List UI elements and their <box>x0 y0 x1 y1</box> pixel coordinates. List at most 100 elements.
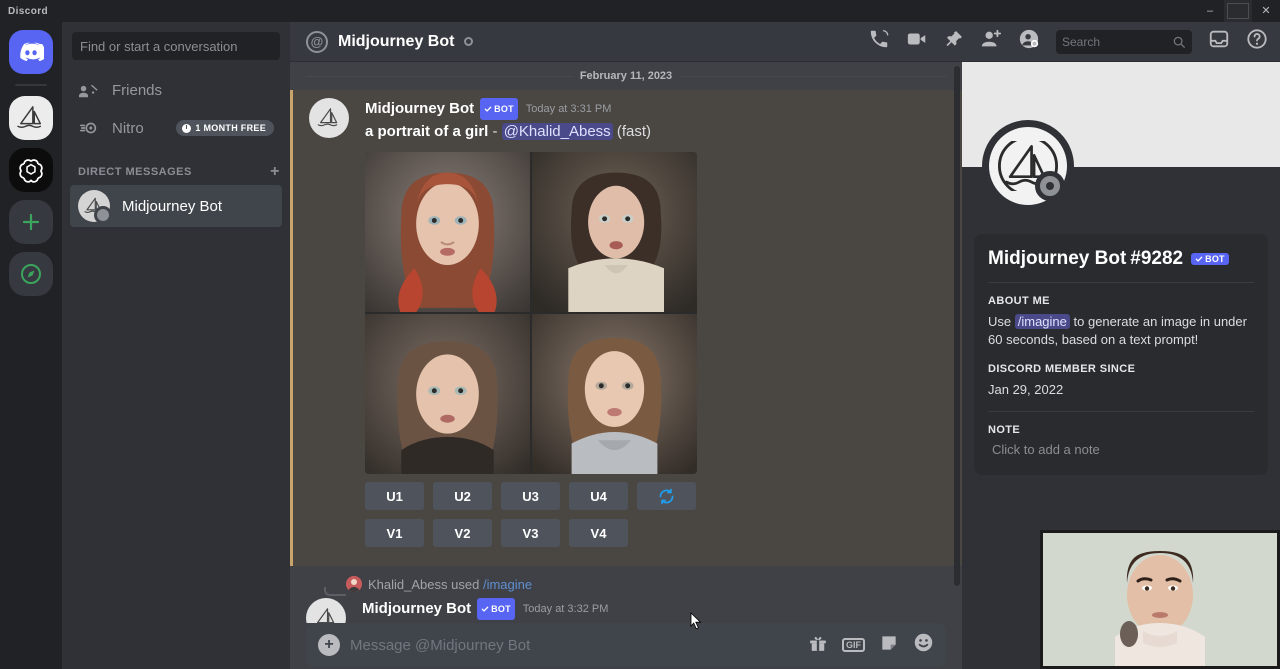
rail-item-home[interactable] <box>9 30 53 74</box>
message-author[interactable]: Midjourney Bot <box>365 99 474 119</box>
window-controls: – ✕ <box>1196 0 1280 22</box>
webcam-overlay <box>1040 530 1280 669</box>
mention-chip[interactable]: @Khalid_Abess <box>502 123 613 140</box>
bot-badge: BOT <box>480 98 518 120</box>
gif-icon[interactable]: GIF <box>842 638 865 652</box>
message-header: Midjourney Bot BOT Today at 3:31 PM <box>365 98 962 120</box>
upscale-button-u4[interactable]: U4 <box>569 482 628 510</box>
sidebar-item-friends[interactable]: Friends <box>70 72 282 108</box>
upscale-button-u2[interactable]: U2 <box>433 482 492 510</box>
member-since-value: Jan 29, 2022 <box>988 381 1254 399</box>
status-badge <box>94 206 112 224</box>
reroll-button[interactable] <box>637 482 696 510</box>
message-author[interactable]: Midjourney Bot <box>362 599 471 619</box>
create-dm-button[interactable]: + <box>270 164 280 180</box>
emoji-icon[interactable] <box>913 632 934 658</box>
image-grid-attachment[interactable] <box>365 152 697 474</box>
chat-scrollbar[interactable] <box>954 66 960 586</box>
about-me-prefix: Use <box>988 314 1011 329</box>
add-friend-icon[interactable] <box>980 28 1002 55</box>
search-input[interactable]: Search <box>1056 30 1192 54</box>
profile-avatar[interactable] <box>982 120 1074 212</box>
imagine-command-chip[interactable]: /imagine <box>1015 314 1070 329</box>
video-icon[interactable] <box>906 28 928 55</box>
message-input[interactable]: Message @Midjourney Bot <box>350 637 798 654</box>
rail-item-explore[interactable] <box>9 252 53 296</box>
message-header: Midjourney Bot BOT Today at 3:32 PM <box>362 598 962 620</box>
avatar <box>78 190 110 222</box>
inbox-icon[interactable] <box>1208 28 1230 55</box>
nitro-icon <box>78 117 100 139</box>
system-user-name[interactable]: Khalid_Abess <box>368 577 448 592</box>
grid-image-4[interactable] <box>532 314 697 474</box>
grid-image-3[interactable] <box>365 314 530 474</box>
sidebar-label-friends: Friends <box>112 82 162 99</box>
nitro-promo-badge[interactable]: 1 MONTH FREE <box>176 120 274 136</box>
sticker-icon[interactable] <box>879 633 899 658</box>
system-command-text: Khalid_Abess used /imagine <box>368 577 532 592</box>
variation-button-v3[interactable]: V3 <box>501 519 560 547</box>
call-icon[interactable] <box>868 28 890 55</box>
check-icon <box>1195 255 1203 263</box>
avatar[interactable] <box>346 576 362 592</box>
dm-item-label: Midjourney Bot <box>122 198 222 215</box>
note-input[interactable]: Click to add a note <box>988 442 1254 457</box>
attach-plus-icon[interactable]: + <box>318 634 340 656</box>
system-used-label: used <box>451 577 479 592</box>
gift-icon[interactable] <box>808 633 828 658</box>
close-button[interactable]: ✕ <box>1252 0 1280 22</box>
composer-icons: GIF <box>808 632 934 658</box>
profile-name-row: Midjourney Bot#9282 BOT <box>988 248 1254 270</box>
variation-button-v4[interactable]: V4 <box>569 519 628 547</box>
dm-item-midjourney-bot[interactable]: Midjourney Bot <box>70 185 282 227</box>
variation-button-v2[interactable]: V2 <box>433 519 492 547</box>
check-icon <box>484 105 492 113</box>
status-dot-icon <box>464 37 473 46</box>
maximize-button[interactable] <box>1224 0 1252 22</box>
upscale-button-u1[interactable]: U1 <box>365 482 424 510</box>
channel-header: @ Midjourney Bot Search <box>290 22 1280 62</box>
find-conversation-input[interactable]: Find or start a conversation <box>72 32 280 60</box>
member-since-heading: DISCORD MEMBER SINCE <box>988 363 1254 375</box>
profile-username: Midjourney Bot <box>988 248 1126 270</box>
grid-image-2[interactable] <box>532 152 697 312</box>
user-profile-icon[interactable] <box>1018 28 1040 55</box>
about-me-heading: ABOUT ME <box>988 295 1254 307</box>
upscale-button-u3[interactable]: U3 <box>501 482 560 510</box>
message-speed: (fast) <box>617 123 651 140</box>
spacer <box>988 349 1254 363</box>
pin-icon[interactable] <box>944 29 964 54</box>
sidebar-search-wrap: Find or start a conversation <box>62 22 290 68</box>
grid-image-1[interactable] <box>365 152 530 312</box>
rail-item-midjourney[interactable] <box>9 96 53 140</box>
help-icon[interactable] <box>1246 28 1268 55</box>
minimize-button[interactable]: – <box>1196 0 1224 22</box>
variation-button-row: V1 V2 V3 V4 <box>365 519 962 547</box>
message-composer: + Message @Midjourney Bot GIF <box>290 623 962 669</box>
variation-button-v1[interactable]: V1 <box>365 519 424 547</box>
message-list[interactable]: February 11, 2023 Midjourney Bot BOT Tod… <box>290 62 962 669</box>
discord-window: Discord – ✕ <box>0 0 1280 669</box>
find-conversation-placeholder: Find or start a conversation <box>80 39 238 54</box>
system-slash-command[interactable]: /imagine <box>483 577 532 592</box>
header-actions: Search <box>868 28 1268 55</box>
composer-box[interactable]: + Message @Midjourney Bot GIF <box>306 623 946 667</box>
rail-item-openai[interactable] <box>9 148 53 192</box>
sailboat-icon <box>15 105 47 131</box>
app-title: Discord <box>8 6 48 17</box>
reroll-icon <box>658 488 675 505</box>
note-heading: NOTE <box>988 424 1254 436</box>
discord-icon <box>18 42 44 62</box>
search-icon <box>1172 35 1186 49</box>
date-divider: February 11, 2023 <box>290 62 962 90</box>
nitro-badge-label: 1 MONTH FREE <box>195 123 266 133</box>
rail-item-add-server[interactable] <box>9 200 53 244</box>
search-placeholder: Search <box>1062 35 1100 49</box>
avatar[interactable] <box>309 98 349 138</box>
bot-badge: BOT <box>477 598 515 620</box>
openai-icon <box>17 156 45 184</box>
profile-divider <box>988 282 1254 283</box>
sidebar-item-nitro[interactable]: Nitro 1 MONTH FREE <box>70 110 282 146</box>
mouse-cursor <box>690 612 702 630</box>
about-me-text: Use /imagine to generate an image in und… <box>988 313 1254 349</box>
